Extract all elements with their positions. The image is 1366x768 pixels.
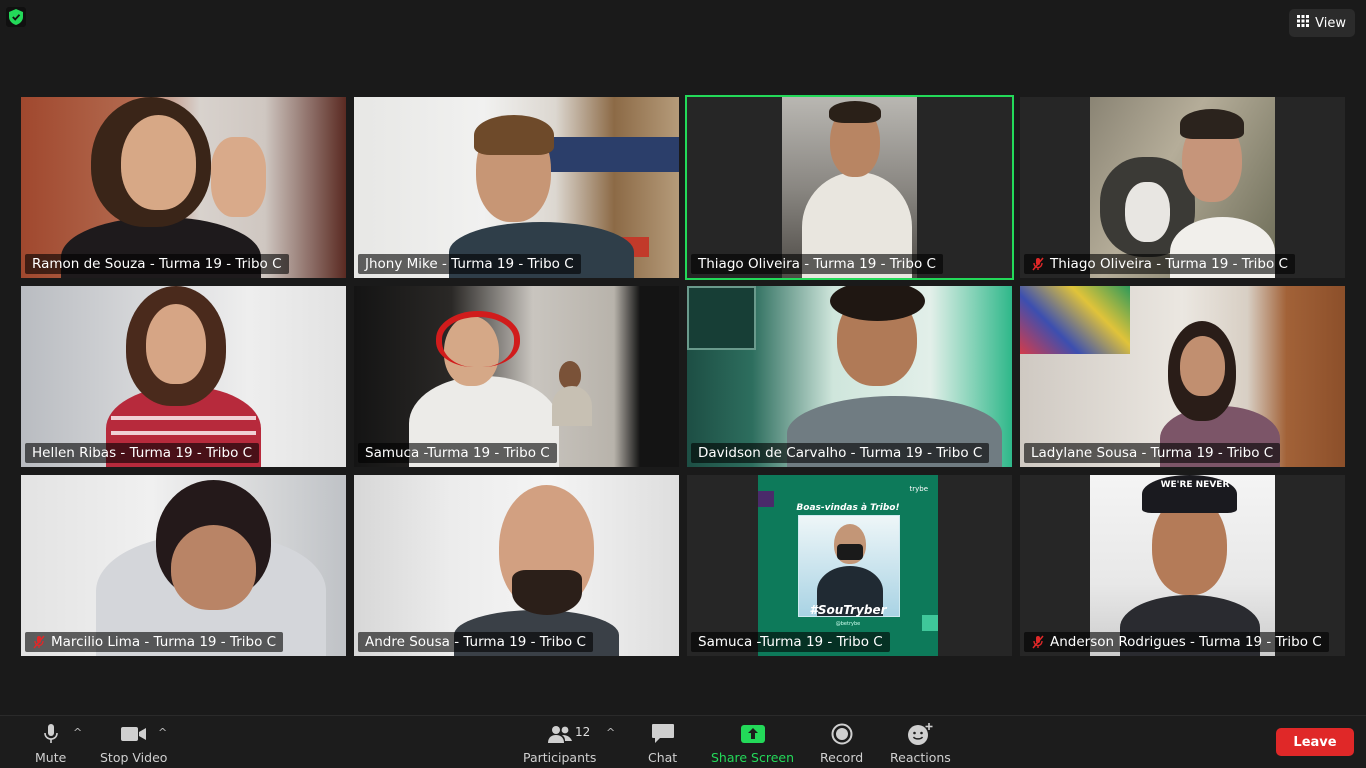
participant-video <box>354 286 679 467</box>
participant-name: Samuca -Turma 19 - Tribo C <box>365 445 550 461</box>
participant-profile-image: trybe Boas-vindas à Tribo! #SouTryber @b… <box>758 475 938 656</box>
participant-name-tag: Davidson de Carvalho - Turma 19 - Tribo … <box>691 443 990 463</box>
participant-name-tag: Thiago Oliveira - Turma 19 - Tribo C <box>691 254 943 274</box>
participant-name-tag: Anderson Rodrigues - Turma 19 - Tribo C <box>1024 632 1329 652</box>
participant-name-tag: Samuca -Turma 19 - Tribo C <box>358 443 557 463</box>
poster-hashtag: #SouTryber <box>809 603 887 617</box>
video-camera-icon <box>120 722 147 746</box>
participant-name: Marcilio Lima - Turma 19 - Tribo C <box>51 634 277 650</box>
share-screen-button[interactable]: Share Screen <box>711 722 794 765</box>
cap-text: WE'RE NEVER <box>1160 480 1230 490</box>
share-screen-icon <box>740 722 766 746</box>
poster-handle: @betrybe <box>835 621 861 627</box>
mic-muted-icon <box>32 635 46 649</box>
record-icon <box>831 722 853 746</box>
share-screen-label: Share Screen <box>711 750 795 765</box>
record-label: Record <box>820 750 864 765</box>
mic-muted-icon <box>1031 257 1045 271</box>
chat-bubble-icon <box>651 722 675 746</box>
leave-button[interactable]: Leave <box>1276 728 1354 756</box>
reactions-label: Reactions <box>890 750 951 765</box>
participant-name: Ramon de Souza - Turma 19 - Tribo C <box>32 256 282 272</box>
participant-name: Davidson de Carvalho - Turma 19 - Tribo … <box>698 445 983 461</box>
participant-name: Thiago Oliveira - Turma 19 - Tribo C <box>1050 256 1288 272</box>
participant-video: WE'RE NEVER <box>1090 475 1275 656</box>
participant-video <box>21 475 346 656</box>
participants-label: Participants <box>523 750 597 765</box>
participant-name: Samuca -Turma 19 - Tribo C <box>698 634 883 650</box>
participant-video <box>687 286 1012 467</box>
participant-tile[interactable]: Marcilio Lima - Turma 19 - Tribo C <box>21 475 346 656</box>
audio-options-caret-icon[interactable]: ^ <box>73 726 82 739</box>
participant-video <box>1090 97 1275 278</box>
participant-name-tag: Marcilio Lima - Turma 19 - Tribo C <box>25 632 284 652</box>
participant-video <box>1020 286 1345 467</box>
chat-label: Chat <box>648 750 678 765</box>
participant-name: Thiago Oliveira - Turma 19 - Tribo C <box>698 256 936 272</box>
smiley-plus-icon <box>906 722 934 746</box>
stop-video-label: Stop Video <box>100 750 168 765</box>
participant-video <box>21 97 346 278</box>
participant-video <box>354 97 679 278</box>
grid-view-icon <box>1297 15 1310 31</box>
participant-name-tag: Andre Sousa - Turma 19 - Tribo C <box>358 632 593 652</box>
participant-tile[interactable]: WE'RE NEVER Anderson Rodrigues - Turma 1… <box>1020 475 1345 656</box>
participant-name: Jhony Mike - Turma 19 - Tribo C <box>365 256 574 272</box>
meeting-toolbar: Mute ^ Stop Video ^ Participants 12 ^ Ch… <box>0 715 1366 768</box>
reactions-button[interactable]: Reactions <box>890 722 951 765</box>
encryption-shield-icon[interactable] <box>6 7 26 27</box>
chat-button[interactable]: Chat <box>648 722 677 765</box>
participant-tile[interactable]: Davidson de Carvalho - Turma 19 - Tribo … <box>687 286 1012 467</box>
participant-tile[interactable]: Thiago Oliveira - Turma 19 - Tribo C <box>1020 97 1345 278</box>
record-button[interactable]: Record <box>820 722 863 765</box>
participant-tile[interactable]: Andre Sousa - Turma 19 - Tribo C <box>354 475 679 656</box>
participant-name-tag: Ramon de Souza - Turma 19 - Tribo C <box>25 254 289 274</box>
microphone-icon <box>43 722 59 746</box>
participant-video <box>354 475 679 656</box>
participant-name: Andre Sousa - Turma 19 - Tribo C <box>365 634 586 650</box>
participant-tile[interactable]: Hellen Ribas - Turma 19 - Tribo C <box>21 286 346 467</box>
video-options-caret-icon[interactable]: ^ <box>158 726 167 739</box>
participant-name: Ladylane Sousa - Turma 19 - Tribo C <box>1031 445 1274 461</box>
participant-name: Hellen Ribas - Turma 19 - Tribo C <box>32 445 253 461</box>
participant-tile[interactable]: Jhony Mike - Turma 19 - Tribo C <box>354 97 679 278</box>
participant-tile-active[interactable]: Thiago Oliveira - Turma 19 - Tribo C <box>685 95 1014 280</box>
participant-name-tag: Hellen Ribas - Turma 19 - Tribo C <box>25 443 260 463</box>
participant-name-tag: Ladylane Sousa - Turma 19 - Tribo C <box>1024 443 1281 463</box>
participant-video <box>782 97 917 278</box>
participant-tile[interactable]: Ramon de Souza - Turma 19 - Tribo C <box>21 97 346 278</box>
participant-name: Anderson Rodrigues - Turma 19 - Tribo C <box>1050 634 1322 650</box>
poster-headline: Boas-vindas à Tribo! <box>796 503 900 513</box>
participants-icon <box>547 722 573 746</box>
participants-count: 12 <box>575 725 591 739</box>
poster-brand: trybe <box>909 485 928 493</box>
view-button[interactable]: View <box>1289 9 1355 37</box>
mic-muted-icon <box>1031 635 1045 649</box>
participant-tile[interactable]: Ladylane Sousa - Turma 19 - Tribo C <box>1020 286 1345 467</box>
view-label: View <box>1315 15 1346 31</box>
mute-button[interactable]: Mute <box>35 722 66 765</box>
participant-name-tag: Samuca -Turma 19 - Tribo C <box>691 632 890 652</box>
mute-label: Mute <box>35 750 67 765</box>
participant-name-tag: Jhony Mike - Turma 19 - Tribo C <box>358 254 581 274</box>
participants-options-caret-icon[interactable]: ^ <box>606 726 615 739</box>
participant-tile[interactable]: trybe Boas-vindas à Tribo! #SouTryber @b… <box>687 475 1012 656</box>
participant-tile[interactable]: Samuca -Turma 19 - Tribo C <box>354 286 679 467</box>
participant-video <box>21 286 346 467</box>
video-gallery: Ramon de Souza - Turma 19 - Tribo C Jhon… <box>21 95 1345 656</box>
participant-name-tag: Thiago Oliveira - Turma 19 - Tribo C <box>1024 254 1295 274</box>
